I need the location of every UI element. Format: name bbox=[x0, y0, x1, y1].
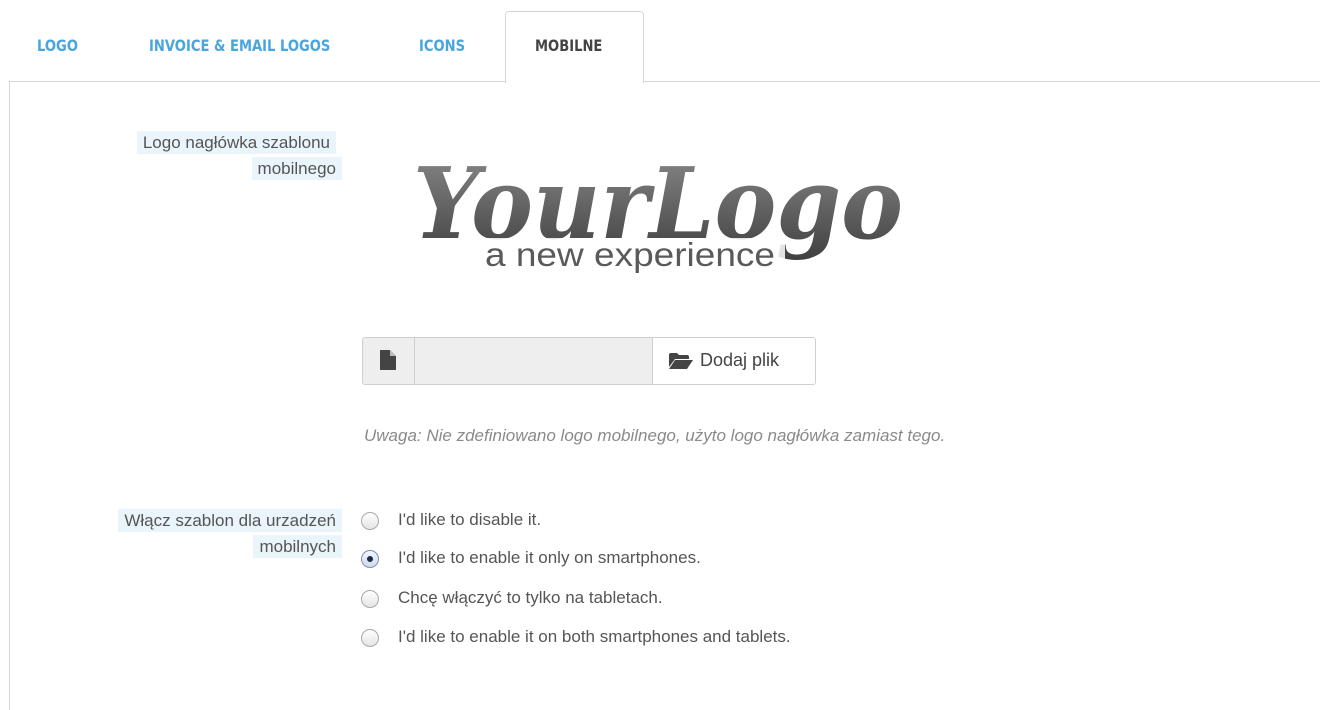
file-icon bbox=[380, 350, 396, 370]
logo-image: YourLogo a new experience bbox=[413, 147, 903, 274]
folder-open-icon bbox=[669, 353, 693, 369]
logo-preview: YourLogo a new experience bbox=[405, 130, 915, 280]
tab-invoice-email-logos[interactable]: INVOICE & EMAIL LOGOS bbox=[149, 36, 330, 55]
logo-tagline: a new experience bbox=[485, 236, 775, 273]
add-file-button-label: Dodaj plik bbox=[700, 350, 780, 370]
radio-button[interactable] bbox=[361, 512, 379, 530]
tab-bar: LOGO INVOICE & EMAIL LOGOS ICONS MOBILNE bbox=[0, 0, 1320, 83]
radio-button[interactable] bbox=[361, 629, 379, 647]
file-name-input[interactable] bbox=[415, 338, 652, 384]
tab-divider bbox=[9, 81, 1320, 82]
radio-option-smartphones[interactable]: I'd like to enable it only on smartphone… bbox=[361, 546, 1061, 574]
radio-button[interactable] bbox=[361, 550, 379, 568]
tab-icons[interactable]: ICONS bbox=[419, 36, 465, 55]
tab-mobilne[interactable]: MOBILNE bbox=[535, 36, 602, 55]
file-upload-group: Dodaj plik bbox=[362, 337, 816, 385]
radio-label: I'd like to enable it on both smartphone… bbox=[398, 627, 791, 646]
mobile-theme-label: Włącz szablon dla urzadzeń mobilnych bbox=[60, 508, 342, 560]
file-icon-cell bbox=[363, 338, 415, 384]
mobile-logo-label-text: Logo nagłówka szablonu mobilnego bbox=[136, 131, 342, 180]
radio-label: Chcę włączyć to tylko na tabletach. bbox=[398, 588, 663, 607]
radio-option-disable[interactable]: I'd like to disable it. bbox=[361, 508, 1061, 536]
radio-label: I'd like to disable it. bbox=[398, 510, 542, 529]
mobile-logo-label: Logo nagłówka szablonu mobilnego bbox=[60, 130, 342, 182]
tab-logo[interactable]: LOGO bbox=[37, 36, 78, 55]
mobile-theme-label-text: Włącz szablon dla urzadzeń mobilnych bbox=[118, 509, 342, 558]
radio-option-both[interactable]: I'd like to enable it on both smartphone… bbox=[361, 625, 1061, 653]
radio-button[interactable] bbox=[361, 590, 379, 608]
radio-option-tablets[interactable]: Chcę włączyć to tylko na tabletach. bbox=[361, 586, 1061, 614]
radio-label: I'd like to enable it only on smartphone… bbox=[398, 548, 701, 567]
mobile-logo-note: Uwaga: Nie zdefiniowano logo mobilnego, … bbox=[364, 426, 946, 445]
add-file-button[interactable]: Dodaj plik bbox=[652, 338, 815, 384]
panel-border bbox=[9, 81, 10, 710]
